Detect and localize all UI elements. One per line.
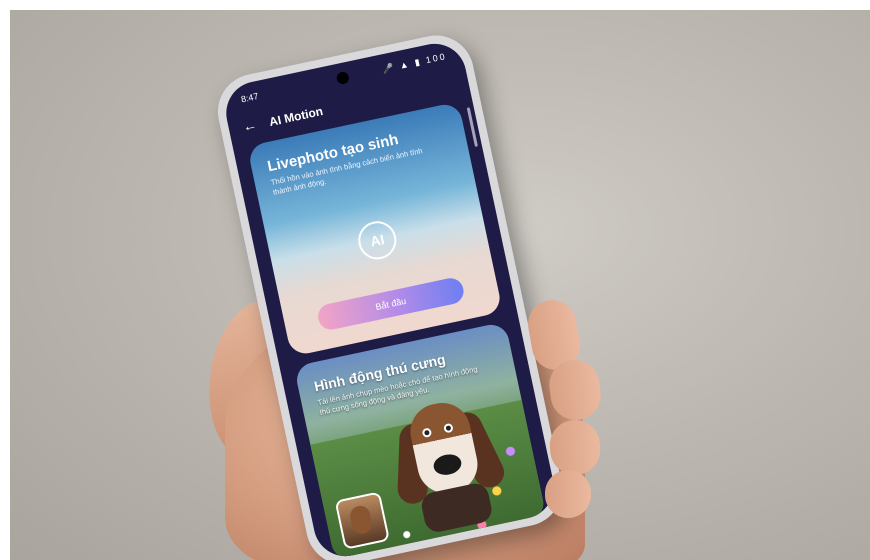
back-arrow-icon[interactable]: ←	[241, 116, 258, 135]
scrollbar[interactable]	[466, 107, 478, 147]
app-title: AI Motion	[267, 104, 325, 130]
hand-finger-4	[545, 470, 591, 518]
start-button[interactable]: Bắt đầu	[315, 275, 466, 333]
thumbnail-dog-image	[348, 504, 374, 536]
status-bar: 8:47 🎤 ▲ ▮ 100	[240, 51, 448, 108]
livephoto-card[interactable]: Livephoto tạo sinh Thổi hồn vào ảnh tĩnh…	[246, 101, 503, 357]
pet-animation-card[interactable]: Hình động thú cưng Tải lên ảnh chụp mèo …	[293, 321, 547, 560]
ai-icon: AI	[354, 217, 400, 263]
status-time: 8:47	[240, 91, 260, 105]
status-icons: 🎤 ▲ ▮ 100	[381, 51, 448, 75]
photo-background: 8:47 🎤 ▲ ▮ 100 ← AI Motion Livephoto tạo…	[10, 10, 870, 560]
app-bar: ← AI Motion	[241, 102, 324, 135]
